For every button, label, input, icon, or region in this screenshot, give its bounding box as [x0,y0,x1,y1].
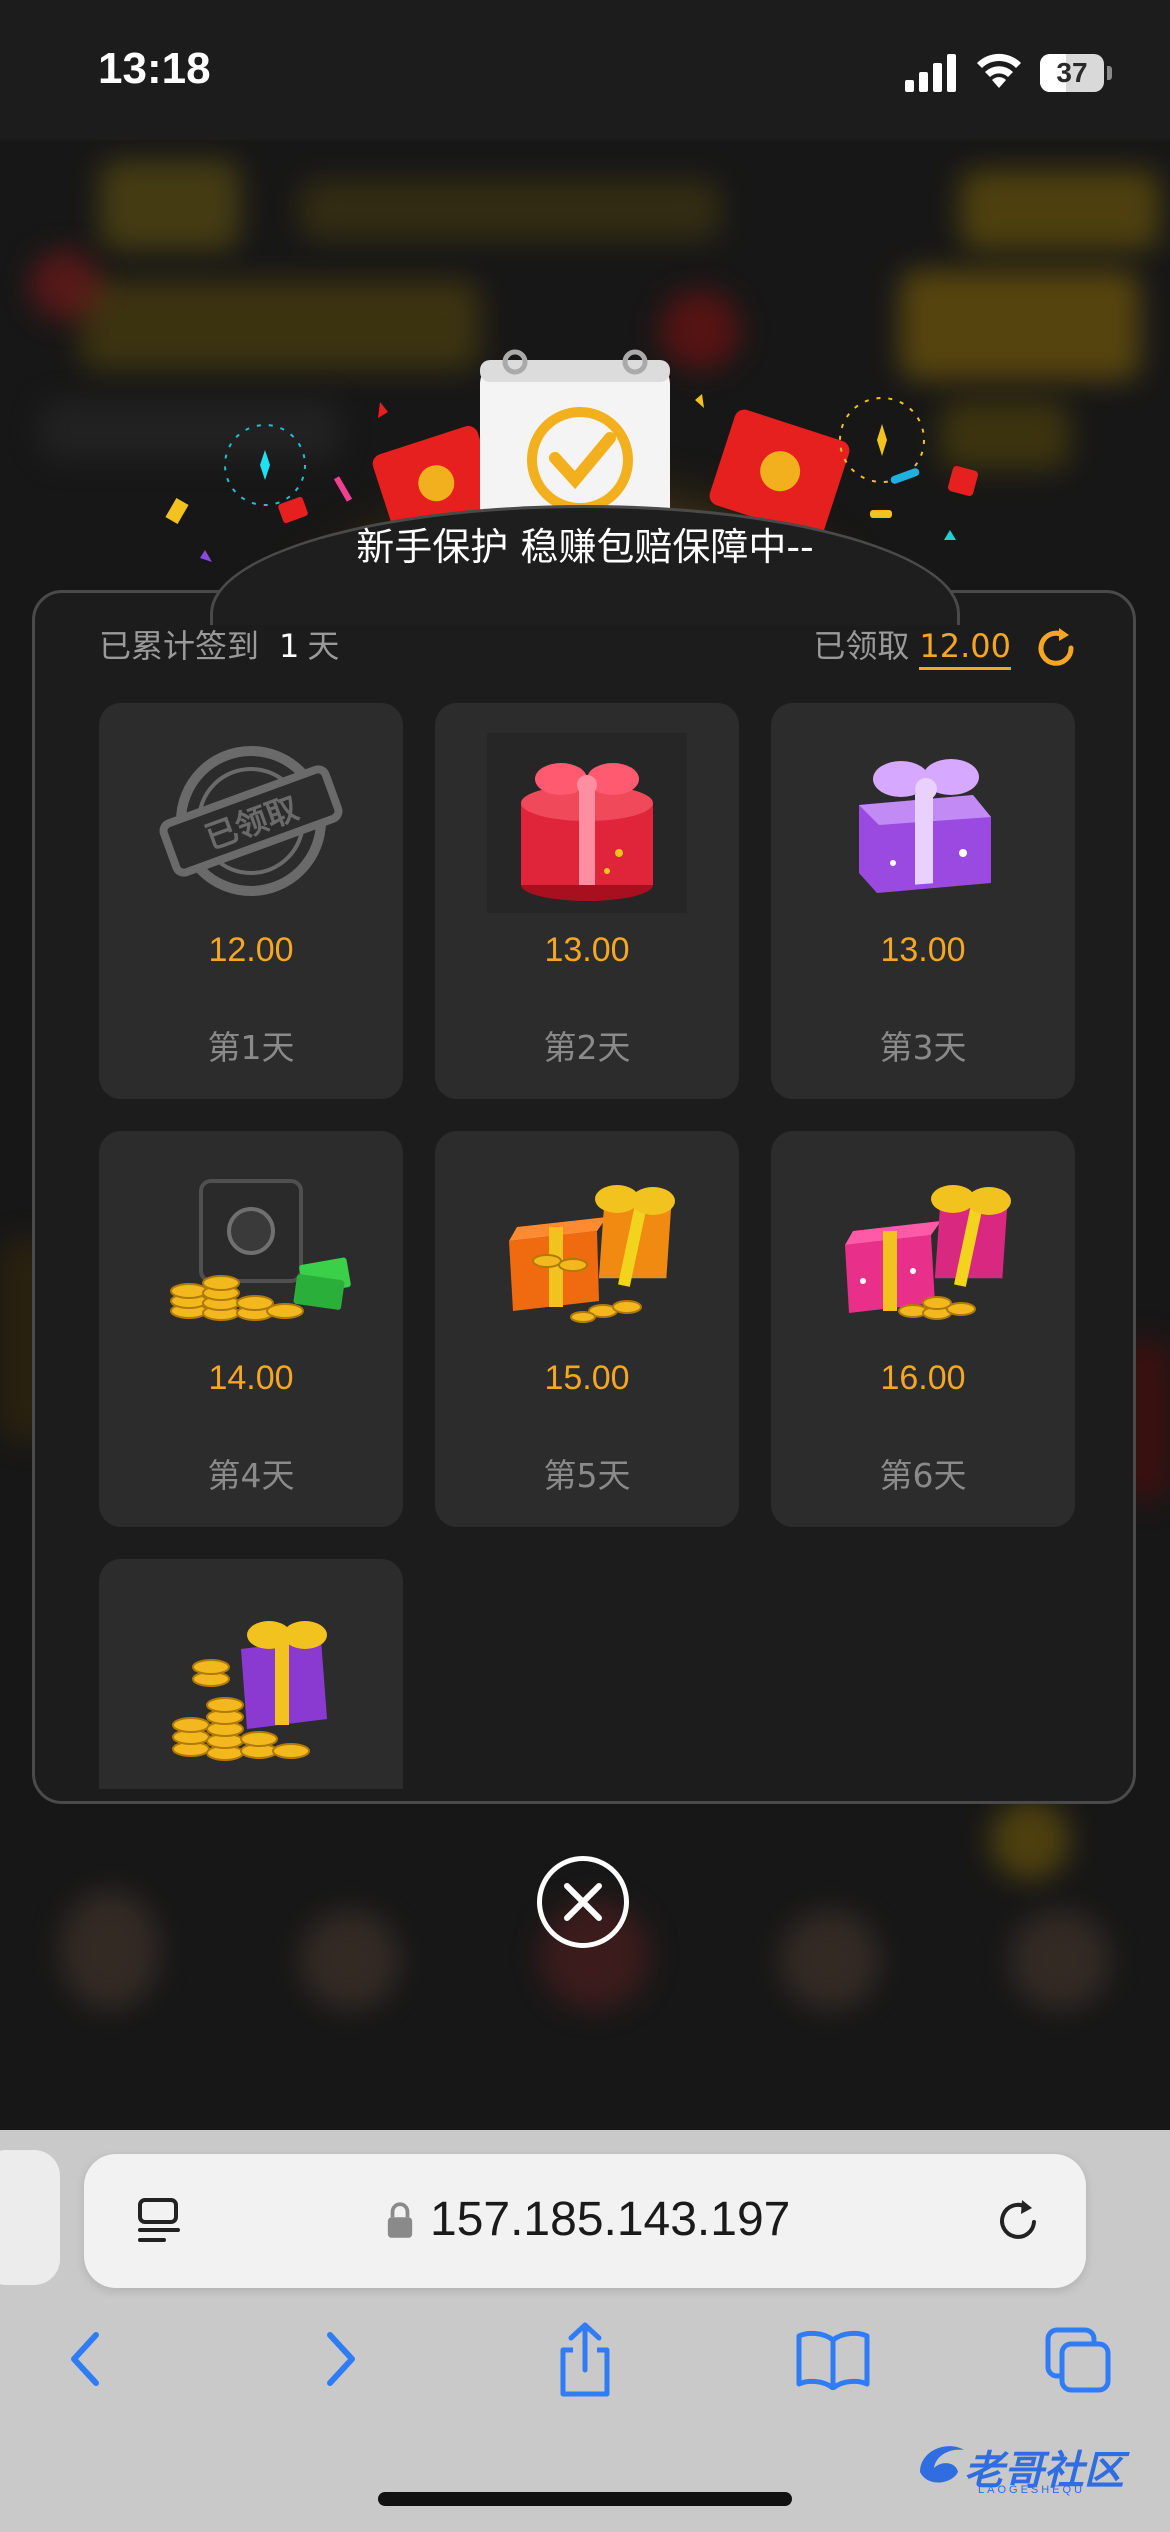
signed-suffix: 天 [307,627,340,665]
checkin-card-day-4[interactable]: 14.00 第4天 [99,1131,403,1527]
previous-tab-edge[interactable] [0,2150,60,2285]
orange-gift-with-coins-icon [509,1185,675,1323]
checkin-dialog: 已累计签到 1 天 已领取 12.00 已领取 12.00 第1天 13.00 … [32,590,1136,1804]
reload-icon[interactable] [994,2196,1044,2246]
signed-days-count: 1 [279,627,300,665]
safe-with-coins-icon [170,1179,351,1321]
claimed-total: 已领取 12.00 [813,621,1079,671]
share-icon[interactable] [555,2322,615,2398]
address-bar[interactable]: 157.185.143.197 [84,2154,1086,2288]
watermark-logo: 老哥社区 LAOGESHEQU [912,2424,1152,2504]
refresh-icon[interactable] [1033,625,1079,671]
bookmarks-icon[interactable] [795,2330,871,2390]
card-amount: 12.00 [208,931,294,969]
battery-level: 37 [1056,57,1088,88]
card-day-label: 第4天 [207,1456,295,1495]
battery-icon: 37 [1040,54,1112,92]
close-icon [564,1883,602,1921]
page-menu-icon[interactable] [134,2196,184,2246]
claimed-stamp-icon: 已领取 [159,746,343,896]
status-time: 13:18 [98,44,211,93]
signed-prefix: 已累计签到 [99,627,260,665]
home-indicator [378,2492,792,2506]
card-amount: 13.00 [880,931,966,969]
card-day-label: 第6天 [879,1456,967,1495]
card-amount: 13.00 [544,931,630,969]
checkin-card-day-1[interactable]: 已领取 12.00 第1天 [99,703,403,1099]
watermark-subtext: LAOGESHEQU [978,2484,1086,2496]
url-text[interactable]: 157.185.143.197 [430,2192,790,2247]
purple-gift-with-coins-icon [172,1621,327,1761]
checkin-summary-row: 已累计签到 1 天 已领取 12.00 [99,621,1079,671]
card-day-label: 第3天 [879,1028,967,1067]
card-day-label: 第1天 [207,1028,295,1067]
checkin-card-day-3[interactable]: 13.00 第3天 [771,703,1075,1099]
red-gift-box-icon [487,733,687,913]
signed-days-text: 已累计签到 1 天 [99,621,339,671]
card-amount: 14.00 [208,1359,294,1397]
card-day-label: 第2天 [543,1028,631,1067]
checkin-card-day-7[interactable] [99,1559,403,1789]
wifi-icon [977,53,1021,88]
card-amount: 15.00 [544,1359,630,1397]
dragon-logo-icon [920,2446,964,2483]
tabs-icon[interactable] [1044,2326,1114,2396]
claimed-value: 12.00 [919,627,1011,670]
checkin-card-day-5[interactable]: 15.00 第5天 [435,1131,739,1527]
forward-icon[interactable] [320,2328,360,2390]
dialog-title: 新手保护 稳赚包赔保障中-- [356,525,814,569]
back-icon[interactable] [66,2328,106,2390]
checkin-card-day-2[interactable]: 13.00 第2天 [435,703,739,1099]
claimed-label: 已领取 [813,627,910,665]
close-dialog-button[interactable] [537,1856,629,1948]
cellular-signal-icon [905,54,956,92]
purple-gift-box-icon [859,759,991,893]
pink-gift-with-coins-icon [845,1185,1011,1320]
checkin-card-day-6[interactable]: 16.00 第6天 [771,1131,1075,1527]
status-bar: 13:18 37 [0,0,1170,140]
card-day-label: 第5天 [543,1456,631,1495]
lock-icon [387,2202,413,2238]
card-amount: 16.00 [880,1359,966,1397]
